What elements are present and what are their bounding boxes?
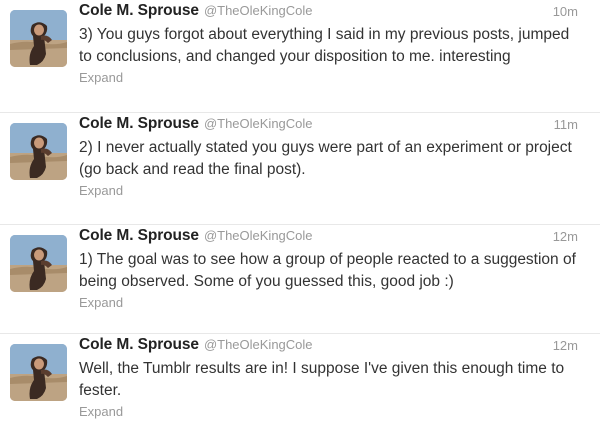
tweet-timestamp[interactable]: 12m — [553, 338, 578, 353]
tweet-content: Cole M. Sprouse @TheOleKingCole 12m 1) Th… — [79, 227, 592, 312]
author-handle[interactable]: @TheOleKingCole — [204, 3, 313, 18]
author-handle[interactable]: @TheOleKingCole — [204, 228, 313, 243]
tweet-text: Well, the Tumblr results are in! I suppo… — [79, 360, 565, 399]
avatar[interactable] — [10, 123, 67, 180]
tweet-item[interactable]: Cole M. Sprouse @TheOleKingCole 12m 1) Th… — [0, 225, 600, 334]
tweet-item[interactable]: Cole M. Sprouse @TheOleKingCole 10m 3) Yo… — [0, 0, 600, 113]
author-name[interactable]: Cole M. Sprouse — [79, 115, 199, 132]
avatar[interactable] — [10, 235, 67, 292]
author-handle[interactable]: @TheOleKingCole — [204, 116, 313, 131]
tweet-content: Cole M. Sprouse @TheOleKingCole 11m 2) I … — [79, 115, 592, 200]
author-name[interactable]: Cole M. Sprouse — [79, 2, 199, 19]
author-name[interactable]: Cole M. Sprouse — [79, 336, 199, 353]
tweet-text: 3) You guys forgot about everything I sa… — [79, 26, 570, 65]
tweet-header: Cole M. Sprouse @TheOleKingCole 10m — [79, 2, 592, 24]
tweet-item[interactable]: Cole M. Sprouse @TheOleKingCole 11m 2) I … — [0, 113, 600, 225]
avatar[interactable] — [10, 10, 67, 67]
tweet-text: 2) I never actually stated you guys were… — [79, 139, 572, 178]
tweet-header: Cole M. Sprouse @TheOleKingCole 11m — [79, 115, 592, 137]
tweet-header: Cole M. Sprouse @TheOleKingCole 12m — [79, 336, 592, 358]
expand-link[interactable]: Expand — [79, 183, 123, 198]
tweet-timestamp[interactable]: 11m — [554, 117, 578, 132]
author-handle[interactable]: @TheOleKingCole — [204, 337, 313, 352]
tweet-content: Cole M. Sprouse @TheOleKingCole 12m Well,… — [79, 336, 592, 421]
tweet-content: Cole M. Sprouse @TheOleKingCole 10m 3) Yo… — [79, 2, 592, 87]
tweet-timeline: Cole M. Sprouse @TheOleKingCole 10m 3) Yo… — [0, 0, 600, 440]
tweet-item[interactable]: Cole M. Sprouse @TheOleKingCole 12m Well,… — [0, 334, 600, 440]
tweet-timestamp[interactable]: 10m — [553, 4, 578, 19]
tweet-timestamp[interactable]: 12m — [553, 229, 578, 244]
expand-link[interactable]: Expand — [79, 70, 123, 85]
expand-link[interactable]: Expand — [79, 404, 123, 419]
expand-link[interactable]: Expand — [79, 295, 123, 310]
author-name[interactable]: Cole M. Sprouse — [79, 227, 199, 244]
tweet-header: Cole M. Sprouse @TheOleKingCole 12m — [79, 227, 592, 249]
tweet-text: 1) The goal was to see how a group of pe… — [79, 251, 576, 290]
avatar[interactable] — [10, 344, 67, 401]
